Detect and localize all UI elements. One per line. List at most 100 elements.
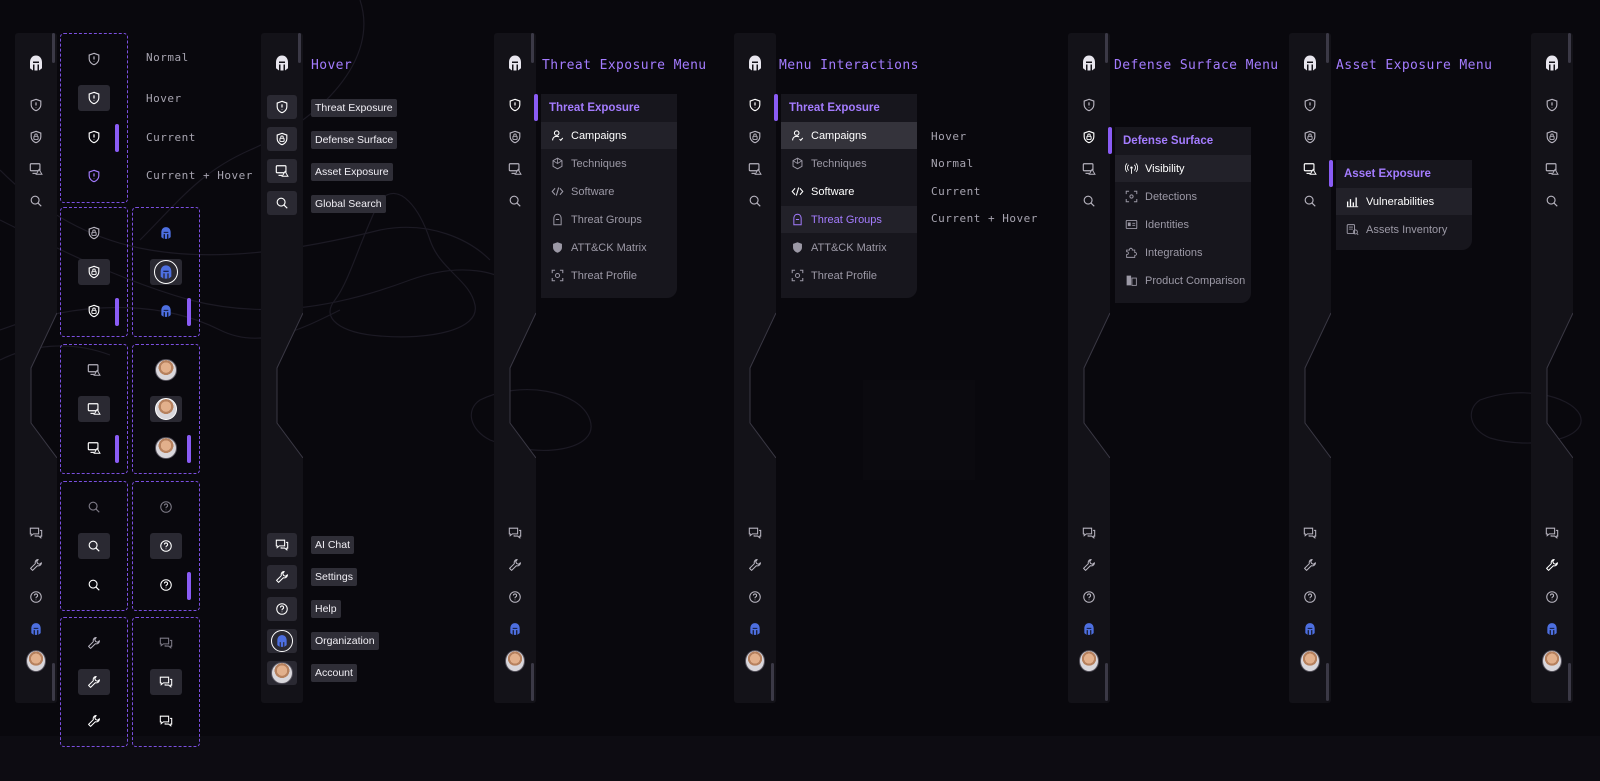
help-icon[interactable] (505, 587, 525, 607)
wrench-icon[interactable] (26, 555, 46, 575)
organization-logo-icon[interactable] (150, 220, 182, 246)
help-icon[interactable] (1542, 587, 1562, 607)
search-icon[interactable] (505, 191, 525, 211)
menu-item-assets-inventory[interactable]: Assets Inventory (1336, 216, 1472, 243)
menu-item-techniques[interactable]: Techniques (781, 150, 917, 177)
wrench-icon[interactable] (1300, 555, 1320, 575)
account-avatar[interactable] (505, 650, 525, 672)
monitor-warning-icon[interactable] (1542, 159, 1562, 179)
menu-item-attck-matrix[interactable]: ATT&CK Matrix (541, 234, 677, 261)
wrench-icon[interactable] (1542, 555, 1562, 575)
scrollbar[interactable] (1105, 663, 1108, 701)
shield-alert-icon[interactable] (505, 95, 525, 115)
threat-icon-hover[interactable] (78, 85, 110, 111)
help-icon[interactable] (745, 587, 765, 607)
spartan-logo-icon[interactable] (272, 53, 292, 73)
spartan-logo-icon[interactable] (1300, 53, 1320, 73)
wrench-icon[interactable] (745, 555, 765, 575)
shield-lock-icon[interactable] (267, 127, 297, 151)
organization-logo-icon[interactable] (267, 629, 297, 653)
search-icon[interactable] (26, 191, 46, 211)
monitor-warning-icon[interactable] (78, 396, 110, 422)
menu-item-vulnerabilities[interactable]: Vulnerabilities (1336, 188, 1472, 215)
scrollbar[interactable] (1105, 33, 1108, 63)
account-avatar[interactable] (745, 650, 765, 672)
account-avatar[interactable] (267, 661, 297, 685)
scrollbar[interactable] (531, 663, 534, 701)
shield-lock-icon[interactable] (505, 127, 525, 147)
shield-alert-icon[interactable] (745, 95, 765, 115)
scrollbar[interactable] (771, 663, 774, 701)
chat-icon[interactable] (745, 523, 765, 543)
shield-lock-icon[interactable] (26, 127, 46, 147)
monitor-warning-icon[interactable] (1300, 159, 1320, 179)
shield-lock-icon[interactable] (1300, 127, 1320, 147)
organization-logo-icon[interactable] (150, 259, 182, 285)
shield-lock-icon[interactable] (78, 259, 110, 285)
search-icon[interactable] (267, 191, 297, 215)
shield-alert-icon[interactable] (1300, 95, 1320, 115)
chat-icon[interactable] (150, 669, 182, 695)
menu-item-campaigns[interactable]: Campaigns (541, 122, 677, 149)
account-avatar[interactable] (150, 435, 182, 461)
account-avatar[interactable] (150, 396, 182, 422)
chat-icon[interactable] (1542, 523, 1562, 543)
chat-icon[interactable] (150, 708, 182, 734)
account-avatar[interactable] (1300, 650, 1320, 672)
menu-item-software[interactable]: Software (541, 178, 677, 205)
spartan-logo-icon[interactable] (1542, 53, 1562, 73)
shield-alert-icon[interactable] (1542, 95, 1562, 115)
help-icon[interactable] (1079, 587, 1099, 607)
help-icon[interactable] (150, 572, 182, 598)
monitor-warning-icon[interactable] (1079, 159, 1099, 179)
menu-item-integrations[interactable]: Integrations (1115, 239, 1251, 266)
wrench-icon[interactable] (78, 708, 110, 734)
spartan-logo-icon[interactable] (505, 53, 525, 73)
shield-lock-icon[interactable] (78, 298, 110, 324)
threat-icon-current-hover[interactable] (78, 163, 110, 189)
search-icon[interactable] (78, 533, 110, 559)
menu-item-threat-groups[interactable]: Threat Groups (781, 206, 917, 233)
account-avatar[interactable] (1079, 650, 1099, 672)
shield-lock-icon[interactable] (78, 220, 110, 246)
shield-alert-icon[interactable] (267, 95, 297, 119)
menu-item-detections[interactable]: Detections (1115, 183, 1251, 210)
help-icon[interactable] (267, 597, 297, 621)
wrench-icon[interactable] (267, 565, 297, 589)
account-avatar[interactable] (26, 650, 46, 672)
menu-item-techniques[interactable]: Techniques (541, 150, 677, 177)
search-icon[interactable] (745, 191, 765, 211)
organization-logo-icon[interactable] (1542, 619, 1562, 639)
spartan-logo-icon[interactable] (26, 53, 46, 73)
menu-item-identities[interactable]: Identities (1115, 211, 1251, 238)
scrollbar[interactable] (1326, 33, 1329, 63)
organization-logo-icon[interactable] (1300, 619, 1320, 639)
wrench-icon[interactable] (1079, 555, 1099, 575)
monitor-warning-icon[interactable] (78, 357, 110, 383)
chat-icon[interactable] (267, 533, 297, 557)
chat-icon[interactable] (1300, 523, 1320, 543)
spartan-logo-icon[interactable] (745, 53, 765, 73)
search-icon[interactable] (1300, 191, 1320, 211)
organization-logo-icon[interactable] (150, 298, 182, 324)
scrollbar[interactable] (298, 33, 301, 63)
monitor-warning-icon[interactable] (505, 159, 525, 179)
scrollbar[interactable] (531, 33, 534, 63)
wrench-icon[interactable] (78, 630, 110, 656)
monitor-warning-icon[interactable] (267, 159, 297, 183)
help-icon[interactable] (1300, 587, 1320, 607)
chat-icon[interactable] (505, 523, 525, 543)
chat-icon[interactable] (150, 630, 182, 656)
chat-icon[interactable] (1079, 523, 1099, 543)
spartan-logo-icon[interactable] (1079, 53, 1099, 73)
search-icon[interactable] (1542, 191, 1562, 211)
menu-item-threat-profile[interactable]: Threat Profile (781, 262, 917, 289)
threat-icon-normal[interactable] (78, 46, 110, 72)
menu-item-campaigns[interactable]: Campaigns (781, 122, 917, 149)
scrollbar[interactable] (1568, 33, 1571, 63)
menu-item-threat-groups[interactable]: Threat Groups (541, 206, 677, 233)
menu-item-product-comparison[interactable]: Product Comparison (1115, 267, 1251, 294)
shield-lock-icon[interactable] (1542, 127, 1562, 147)
monitor-warning-icon[interactable] (78, 435, 110, 461)
shield-alert-icon[interactable] (26, 95, 46, 115)
